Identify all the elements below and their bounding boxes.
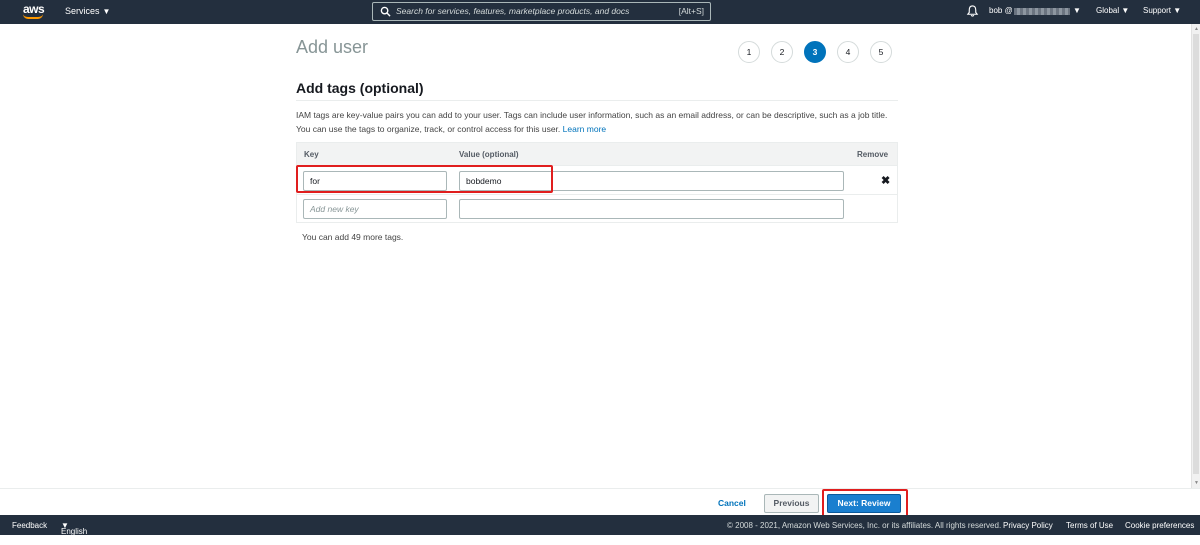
- highlight-box: [822, 489, 908, 517]
- section-divider: [296, 100, 898, 101]
- scroll-down-icon[interactable]: ▼: [1194, 480, 1199, 486]
- cancel-button[interactable]: Cancel: [718, 498, 746, 508]
- account-menu[interactable]: bob @: [989, 6, 1013, 15]
- new-tag-value-input[interactable]: [459, 199, 844, 219]
- column-header-key: Key: [304, 150, 319, 159]
- support-label: Support: [1143, 6, 1172, 15]
- step-3[interactable]: 3: [804, 41, 826, 63]
- table-row: Add new key: [297, 195, 897, 223]
- privacy-policy-link[interactable]: Privacy Policy: [1003, 521, 1053, 530]
- caret-down-icon: ▼: [102, 7, 111, 16]
- cookie-preferences-link[interactable]: Cookie preferences: [1125, 521, 1194, 530]
- redacted-account-id: [1014, 8, 1070, 15]
- table-header: Key Value (optional) Remove: [297, 143, 897, 166]
- remaining-tags-text: You can add 49 more tags.: [302, 232, 404, 242]
- previous-button[interactable]: Previous: [764, 494, 819, 513]
- language-selector[interactable]: English (US) ▼: [61, 521, 87, 545]
- tags-description: IAM tags are key-value pairs you can add…: [296, 108, 898, 136]
- section-title: Add tags (optional): [296, 80, 424, 96]
- region-menu[interactable]: Global ▼: [1096, 6, 1129, 15]
- search-input[interactable]: Search for services, features, marketpla…: [372, 2, 711, 21]
- aws-logo-smile: [23, 14, 43, 19]
- learn-more-link[interactable]: Learn more: [563, 124, 606, 134]
- remove-tag-icon[interactable]: ✖: [881, 174, 890, 187]
- region-label: Global: [1096, 6, 1120, 15]
- support-menu[interactable]: Support ▼: [1143, 6, 1181, 15]
- step-5[interactable]: 5: [870, 41, 892, 63]
- top-navigation-bar: aws Services ▼ Search for services, featu…: [0, 0, 1200, 24]
- terms-of-use-link[interactable]: Terms of Use: [1066, 521, 1113, 530]
- aws-logo[interactable]: aws: [22, 2, 46, 20]
- copyright-text: © 2008 - 2021, Amazon Web Services, Inc.…: [727, 521, 1002, 530]
- highlight-box: [296, 165, 553, 193]
- column-header-remove: Remove: [857, 150, 889, 159]
- footer: Feedback English (US) ▼ © 2008 - 2021, A…: [0, 515, 1200, 545]
- search-placeholder: Search for services, features, marketpla…: [396, 6, 630, 16]
- scrollbar-thumb[interactable]: [1193, 34, 1199, 474]
- services-menu-button[interactable]: Services ▼: [65, 6, 110, 16]
- step-1[interactable]: 1: [738, 41, 760, 63]
- bell-icon[interactable]: [966, 4, 979, 18]
- page-title: Add user: [296, 37, 369, 57]
- scroll-up-icon[interactable]: ▲: [1194, 26, 1199, 32]
- column-header-value: Value (optional): [459, 150, 519, 159]
- step-4[interactable]: 4: [837, 41, 859, 63]
- wizard-action-bar: Cancel Previous Next: Review: [0, 488, 1200, 517]
- search-shortcut: [Alt+S]: [678, 6, 704, 16]
- search-icon: [380, 6, 391, 17]
- language-label: English (US): [61, 527, 88, 545]
- new-tag-key-input[interactable]: Add new key: [303, 199, 447, 219]
- chevron-down-icon[interactable]: ▼: [1073, 6, 1081, 15]
- step-2[interactable]: 2: [771, 41, 793, 63]
- feedback-link[interactable]: Feedback: [12, 521, 47, 530]
- services-label: Services: [65, 6, 100, 16]
- vertical-scrollbar[interactable]: ▲ ▼: [1191, 24, 1200, 488]
